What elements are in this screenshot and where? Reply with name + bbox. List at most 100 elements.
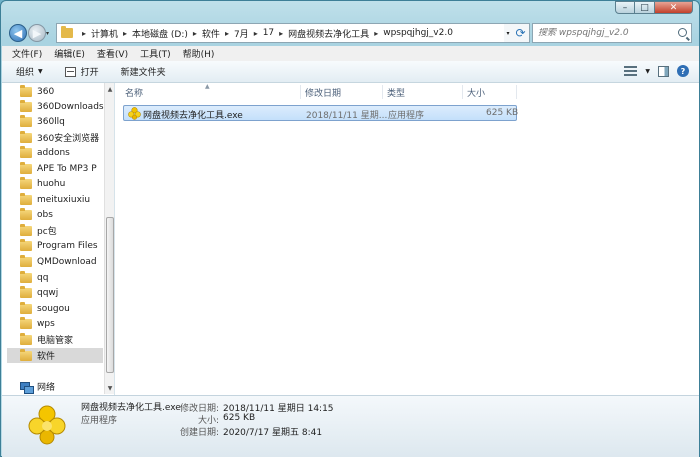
sidebar-item-label: QMDownload: [37, 256, 97, 267]
open-button[interactable]: 打开: [64, 65, 99, 78]
folder-icon: [20, 130, 32, 143]
breadcrumb-july[interactable]: 7月: [234, 27, 249, 40]
preview-pane-icon[interactable]: [658, 65, 669, 77]
details-file-type: 应用程序: [81, 416, 118, 426]
sidebar-item-label: Program Files: [37, 240, 98, 251]
sidebar-item-label: addons: [37, 147, 70, 158]
minimize-button[interactable]: –: [615, 1, 635, 14]
folder-icon: [20, 161, 32, 174]
caption-buttons: – □ ✕: [615, 1, 693, 14]
folder-icon: [20, 332, 32, 345]
details-created-value: 2020/7/17 星期五 8:41: [223, 428, 323, 438]
organize-button[interactable]: 组织 ▼: [16, 65, 43, 78]
folder-icon: [20, 301, 32, 314]
change-view-icon[interactable]: [624, 66, 638, 76]
search-input[interactable]: [538, 28, 673, 38]
search-icon[interactable]: [678, 28, 687, 37]
breadcrumb-separator-icon[interactable]: ▸: [193, 29, 197, 38]
new-folder-button[interactable]: 新建文件夹: [121, 65, 166, 78]
sidebar-item-program-files[interactable]: Program Files: [20, 238, 104, 253]
menu-view[interactable]: 查看(V): [91, 47, 134, 60]
chevron-down-icon: ▼: [38, 68, 43, 75]
breadcrumb-17[interactable]: 17: [263, 28, 274, 38]
sidebar-item-pc-bao[interactable]: pc包: [20, 223, 104, 238]
sidebar-scrollbar[interactable]: ▲ ▼: [104, 83, 114, 394]
folder-icon: [20, 192, 32, 205]
sidebar-item-sougou[interactable]: sougou: [20, 301, 104, 316]
folder-icon: [20, 348, 32, 361]
sidebar-item-360llq[interactable]: 360llq: [20, 114, 104, 129]
file-list-pane: ▲ 名称 修改日期 类型 大小 网盘视频去净化工具.exe 2018/11/11…: [115, 83, 699, 395]
view-options-chevron-icon[interactable]: ▼: [645, 68, 650, 75]
maximize-button[interactable]: □: [635, 1, 655, 14]
application-icon: [128, 107, 141, 120]
menu-file[interactable]: 文件(F): [6, 47, 48, 60]
breadcrumb-separator-icon[interactable]: ▸: [82, 29, 86, 38]
menu-tools[interactable]: 工具(T): [134, 47, 177, 60]
recent-pages-dropdown[interactable]: ▾: [46, 30, 49, 37]
sidebar-item-addons[interactable]: addons: [20, 145, 104, 160]
navigation-pane: 360 360Downloads 360llq 360安全浏览器 addons …: [2, 83, 115, 395]
breadcrumb-separator-icon[interactable]: ▸: [374, 29, 378, 38]
sidebar-item-pc-manager[interactable]: 电脑管家: [20, 332, 104, 347]
file-type: 应用程序: [388, 111, 425, 121]
folder-icon: [20, 114, 32, 127]
close-button[interactable]: ✕: [655, 1, 693, 14]
column-header-type[interactable]: 类型: [383, 85, 463, 99]
details-created-label: 创建日期:: [179, 428, 219, 438]
organize-label: 组织: [16, 68, 35, 78]
sidebar-item-qqwj[interactable]: qqwj: [20, 285, 104, 300]
breadcrumb-separator-icon[interactable]: ▸: [123, 29, 127, 38]
breadcrumb-tool-folder[interactable]: 网盘视频去净化工具: [288, 27, 369, 40]
back-button[interactable]: ◀: [9, 24, 27, 42]
sidebar-item-label: sougou: [37, 303, 70, 314]
sidebar-item-label: 电脑管家: [37, 336, 74, 346]
sidebar-item-label: pc包: [37, 227, 57, 237]
sidebar-item-obs[interactable]: obs: [20, 207, 104, 222]
breadcrumb-computer[interactable]: 计算机: [91, 27, 118, 40]
breadcrumb-separator-icon[interactable]: ▸: [279, 29, 283, 38]
breadcrumb-current[interactable]: wpspqjhgj_v2.0: [383, 28, 453, 38]
folder-icon: [20, 207, 32, 220]
search-box[interactable]: [532, 23, 692, 43]
refresh-button[interactable]: ⟳: [512, 23, 530, 43]
column-header-size[interactable]: 大小: [463, 85, 517, 99]
menu-edit[interactable]: 编辑(E): [48, 47, 91, 60]
folder-icon: [20, 223, 32, 236]
sidebar-item-360-browser[interactable]: 360安全浏览器: [20, 130, 104, 145]
sidebar-item-software[interactable]: 软件: [7, 348, 103, 363]
file-size: 625 KB: [486, 108, 519, 118]
folder-icon: [20, 238, 32, 251]
sidebar-item-360[interactable]: 360: [20, 84, 104, 99]
scroll-down-icon[interactable]: ▼: [105, 383, 114, 393]
sidebar-item-label: huohu: [37, 178, 66, 189]
help-icon[interactable]: ?: [677, 65, 689, 77]
back-arrow-icon: ◀: [13, 26, 23, 40]
breadcrumb-software[interactable]: 软件: [202, 27, 220, 40]
breadcrumb-separator-icon[interactable]: ▸: [225, 29, 229, 38]
forward-button[interactable]: ▶: [28, 24, 46, 42]
sidebar-item-360downloads[interactable]: 360Downloads: [20, 99, 104, 114]
sidebar-item-meituxiuxiu[interactable]: meituxiuxiu: [20, 192, 104, 207]
sidebar-item-wps[interactable]: wps: [20, 316, 104, 331]
file-modified: 2018/11/11 星期...: [306, 111, 388, 121]
sidebar-item-huohu[interactable]: huohu: [20, 176, 104, 191]
sidebar-item-qq[interactable]: qq: [20, 270, 104, 285]
network-icon: [20, 381, 34, 394]
menu-bar: 文件(F) 编辑(E) 查看(V) 工具(T) 帮助(H): [2, 46, 699, 61]
address-bar[interactable]: ▸ 计算机 ▸ 本地磁盘 (D:) ▸ 软件 ▸ 7月 ▸ 17 ▸ 网盘视频去…: [56, 23, 506, 43]
sidebar-item-qmdownload[interactable]: QMDownload: [20, 254, 104, 269]
sidebar-item-label: qq: [37, 272, 49, 283]
sidebar-item-ape-to-mp3[interactable]: APE To MP3 P: [20, 161, 104, 176]
column-header-modified[interactable]: 修改日期: [301, 85, 383, 99]
breadcrumb-drive[interactable]: 本地磁盘 (D:): [132, 27, 188, 40]
folder-icon: [20, 285, 32, 298]
scrollbar-thumb[interactable]: [106, 217, 114, 373]
file-row[interactable]: 网盘视频去净化工具.exe 2018/11/11 星期... 应用程序 625 …: [123, 105, 519, 121]
menu-help[interactable]: 帮助(H): [177, 47, 221, 60]
breadcrumb-separator-icon[interactable]: ▸: [254, 29, 258, 38]
sidebar-item-label: APE To MP3 P: [37, 163, 97, 174]
scroll-up-icon[interactable]: ▲: [105, 84, 114, 94]
sidebar-item-network[interactable]: 网络: [20, 380, 55, 394]
column-header-name[interactable]: 名称: [121, 85, 301, 99]
